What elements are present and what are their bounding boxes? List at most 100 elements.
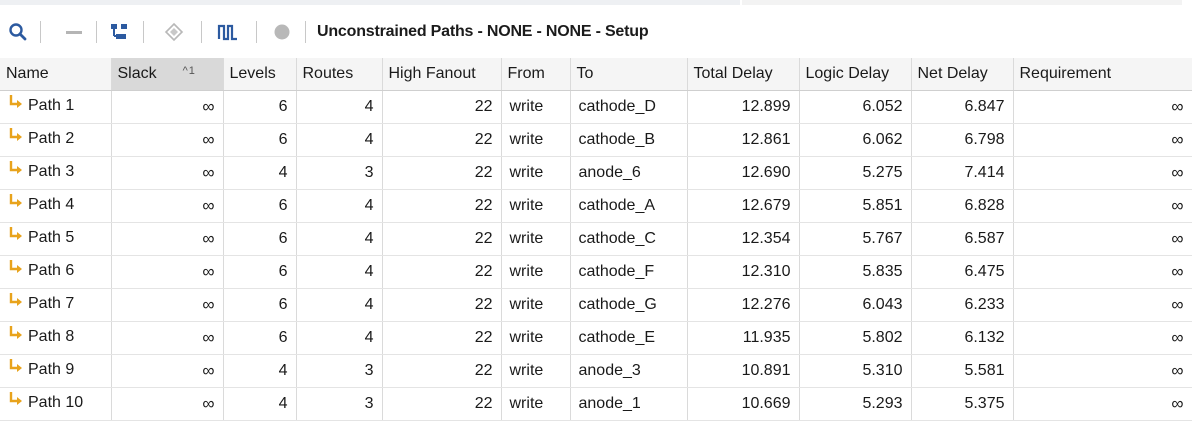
table-row[interactable]: Path 3 ∞ 4 3 22 write anode_6 12.690 5.275 7.414 ∞ [0, 156, 1192, 190]
path-arrow-icon [8, 127, 22, 148]
toolbar-divider [256, 21, 257, 43]
search-icon[interactable] [4, 14, 32, 50]
toolbar-divider [143, 21, 144, 43]
cell-name: Path 1 [0, 90, 112, 124]
col-label: Levels [229, 64, 276, 82]
col-label: High Fanout [388, 64, 476, 82]
cell-routes: 4 [296, 90, 383, 124]
cell-to: anode_6 [570, 156, 688, 190]
toolbar-divider [40, 21, 41, 43]
cell-from: write [501, 222, 571, 256]
cell-total-delay: 11.935 [687, 321, 800, 355]
path-name: Path 10 [28, 394, 84, 412]
cell-net-delay: 6.475 [911, 255, 1014, 289]
cell-slack: ∞ [111, 123, 224, 157]
cell-total-delay: 10.669 [687, 387, 800, 421]
cell-name: Path 4 [0, 189, 112, 223]
cell-total-delay: 12.899 [687, 90, 800, 124]
table-row[interactable]: Path 8 ∞ 6 4 22 write cathode_E 11.935 5.802 6.13… [0, 321, 1192, 355]
cell-from: write [501, 156, 571, 190]
path-name: Path 3 [28, 163, 75, 181]
col-header-to[interactable]: To [570, 58, 688, 91]
cell-slack: ∞ [111, 288, 224, 322]
cell-slack: ∞ [111, 387, 224, 421]
cell-to: anode_3 [570, 354, 688, 388]
cell-total-delay: 12.310 [687, 255, 800, 289]
cell-requirement: ∞ [1013, 189, 1192, 223]
cell-high-fanout: 22 [382, 354, 502, 388]
col-header-net-delay[interactable]: Net Delay [911, 58, 1014, 91]
collapse-icon[interactable] [60, 14, 88, 50]
table-row[interactable]: Path 1 ∞ 6 4 22 write cathode_D 12.899 6.052 6.84… [0, 90, 1192, 124]
cell-high-fanout: 22 [382, 222, 502, 256]
path-arrow-icon [8, 94, 22, 115]
cell-high-fanout: 22 [382, 189, 502, 223]
cell-net-delay: 6.798 [911, 123, 1014, 157]
col-header-name[interactable]: Name [0, 58, 112, 91]
cell-levels: 6 [223, 123, 297, 157]
col-label: Total Delay [693, 64, 773, 82]
toolbar-divider [201, 21, 202, 43]
cell-net-delay: 6.233 [911, 288, 1014, 322]
cell-total-delay: 12.861 [687, 123, 800, 157]
cell-high-fanout: 22 [382, 387, 502, 421]
cell-logic-delay: 5.802 [799, 321, 912, 355]
cell-requirement: ∞ [1013, 321, 1192, 355]
col-header-routes[interactable]: Routes [296, 58, 383, 91]
col-header-from[interactable]: From [501, 58, 571, 91]
cell-total-delay: 12.690 [687, 156, 800, 190]
cell-routes: 3 [296, 387, 383, 421]
cell-from: write [501, 90, 571, 124]
path-name: Path 8 [28, 328, 75, 346]
cell-from: write [501, 255, 571, 289]
cell-name: Path 5 [0, 222, 112, 256]
cell-routes: 3 [296, 156, 383, 190]
cell-requirement: ∞ [1013, 354, 1192, 388]
col-header-requirement[interactable]: Requirement [1013, 58, 1192, 91]
cell-requirement: ∞ [1013, 387, 1192, 421]
col-label: Logic Delay [805, 64, 890, 82]
cell-levels: 6 [223, 288, 297, 322]
col-header-total-delay[interactable]: Total Delay [687, 58, 800, 91]
cell-high-fanout: 22 [382, 255, 502, 289]
cell-high-fanout: 22 [382, 90, 502, 124]
cell-requirement: ∞ [1013, 156, 1192, 190]
sort-ascending-indicator: ^1 [182, 64, 196, 77]
cell-routes: 4 [296, 321, 383, 355]
table-row[interactable]: Path 9 ∞ 4 3 22 write anode_3 10.891 5.310 5.581 ∞ [0, 354, 1192, 388]
cell-net-delay: 6.828 [911, 189, 1014, 223]
cell-routes: 4 [296, 288, 383, 322]
cell-requirement: ∞ [1013, 222, 1192, 256]
table-row[interactable]: Path 10 ∞ 4 3 22 write anode_1 10.669 5.293 5.375… [0, 387, 1192, 421]
cell-name: Path 9 [0, 354, 112, 388]
col-header-slack[interactable]: Slack ^1 [111, 58, 224, 91]
cell-from: write [501, 189, 571, 223]
tab-strip-right [742, 0, 1182, 5]
col-label: Slack [117, 64, 157, 82]
cell-total-delay: 10.891 [687, 354, 800, 388]
cell-net-delay: 6.587 [911, 222, 1014, 256]
cell-levels: 6 [223, 321, 297, 355]
circle-icon[interactable] [268, 14, 296, 50]
hierarchy-icon[interactable] [104, 14, 134, 50]
cell-slack: ∞ [111, 189, 224, 223]
col-header-logic-delay[interactable]: Logic Delay [799, 58, 912, 91]
cell-levels: 6 [223, 189, 297, 223]
path-name: Path 9 [28, 361, 75, 379]
cell-total-delay: 12.354 [687, 222, 800, 256]
diamond-icon[interactable] [160, 14, 188, 50]
table-row[interactable]: Path 6 ∞ 6 4 22 write cathode_F 12.310 5.835 6.47… [0, 255, 1192, 289]
table-row[interactable]: Path 2 ∞ 6 4 22 write cathode_B 12.861 6.062 6.79… [0, 123, 1192, 157]
waveform-icon[interactable] [214, 14, 242, 50]
col-label: Requirement [1019, 64, 1112, 82]
cell-requirement: ∞ [1013, 90, 1192, 124]
table-row[interactable]: Path 4 ∞ 6 4 22 write cathode_A 12.679 5.851 6.82… [0, 189, 1192, 223]
cell-from: write [501, 387, 571, 421]
cell-name: Path 3 [0, 156, 112, 190]
col-header-levels[interactable]: Levels [223, 58, 297, 91]
path-name: Path 1 [28, 97, 75, 115]
cell-logic-delay: 5.835 [799, 255, 912, 289]
table-row[interactable]: Path 5 ∞ 6 4 22 write cathode_C 12.354 5.767 6.58… [0, 222, 1192, 256]
col-header-high-fanout[interactable]: High Fanout [382, 58, 502, 91]
table-row[interactable]: Path 7 ∞ 6 4 22 write cathode_G 12.276 6.043 6.23… [0, 288, 1192, 322]
